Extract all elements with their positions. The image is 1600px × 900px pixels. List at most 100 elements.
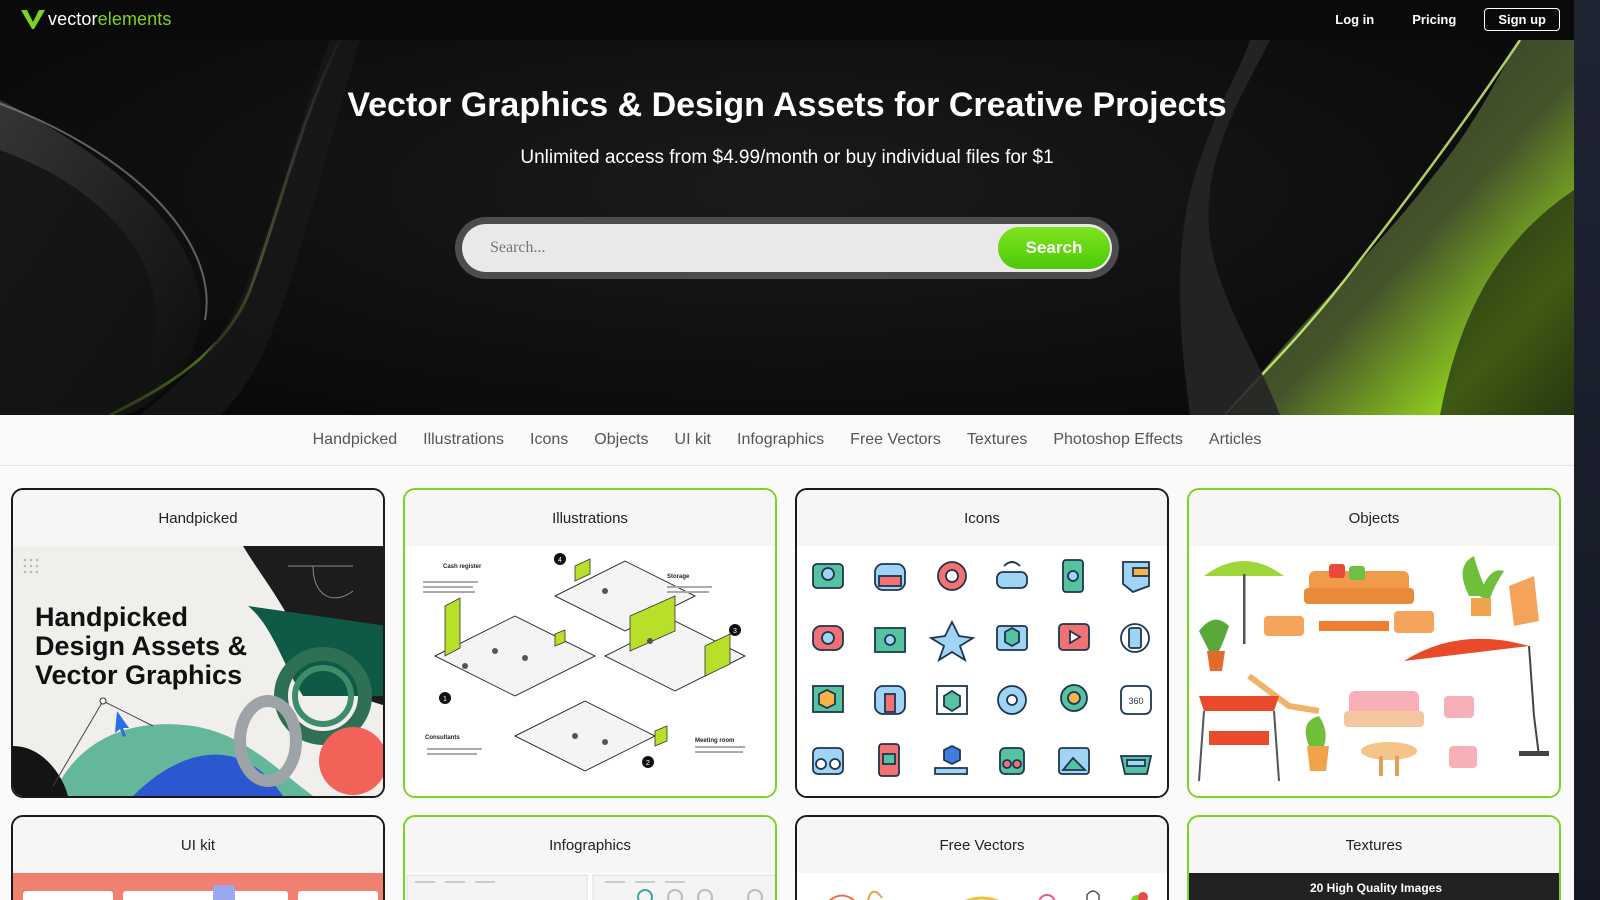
- objects-thumbnail: [1189, 546, 1559, 796]
- isometric-office-artwork: Cash register Storage Consultants Meetin…: [423, 553, 747, 772]
- pricing-link[interactable]: Pricing: [1402, 8, 1466, 31]
- category-nav-objects[interactable]: Objects: [594, 431, 648, 449]
- illustration-label-storage: Storage: [667, 574, 690, 580]
- card-title: Illustrations: [405, 490, 775, 546]
- page: vectorelements Log in Pricing Sign up Ve…: [0, 0, 1574, 900]
- free-vectors-artwork: [828, 890, 1148, 900]
- free-vectors-thumbnail: [797, 873, 1167, 900]
- handpicked-art-line-1: Handpicked: [35, 602, 188, 632]
- top-bar: vectorelements Log in Pricing Sign up: [0, 0, 1574, 40]
- svg-text:360: 360: [1128, 696, 1143, 706]
- category-nav-infographics[interactable]: Infographics: [737, 431, 824, 449]
- vr-headset-icon: [874, 563, 906, 591]
- patio-umbrella-icon: [1404, 638, 1529, 661]
- card-title: Objects: [1189, 490, 1559, 546]
- umbrella-icon: [1204, 561, 1284, 576]
- hero-title: Vector Graphics & Design Assets for Crea…: [347, 86, 1227, 124]
- wifi-device-icon: [996, 561, 1028, 589]
- hand-cube-icon: [934, 744, 968, 775]
- textures-caption: 20 High Quality Images: [1309, 881, 1443, 895]
- phone-icon: [1062, 559, 1084, 593]
- search-bar: Search: [455, 217, 1119, 279]
- category-nav: Handpicked Illustrations Icons Objects U…: [0, 415, 1574, 466]
- logo-text-prefix: vector: [48, 8, 98, 29]
- illustration-marker-2: 2: [646, 760, 650, 767]
- image-screen-icon: [1058, 747, 1090, 775]
- play-screen-icon: [1058, 623, 1090, 651]
- infographics-artwork: [406, 874, 775, 900]
- category-card-free-vectors[interactable]: Free Vectors: [795, 815, 1169, 900]
- search-button[interactable]: Search: [998, 227, 1110, 269]
- rotate-360-icon: 360: [1120, 685, 1152, 715]
- handpicked-art-line-3: Vector Graphics: [35, 660, 242, 690]
- pink-sofa-icon: [1344, 691, 1424, 727]
- category-card-textures[interactable]: Textures 20 High Quality Images: [1187, 815, 1561, 900]
- card-title: UI kit: [13, 817, 383, 873]
- ui-kit-artwork: [23, 885, 378, 900]
- handpicked-art-line-2: Design Assets &: [35, 631, 247, 661]
- category-card-icons[interactable]: Icons 360: [795, 488, 1169, 798]
- logo-text: vectorelements: [48, 9, 171, 30]
- category-card-objects[interactable]: Objects: [1187, 488, 1561, 798]
- card-title: Free Vectors: [797, 817, 1167, 873]
- category-nav-textures[interactable]: Textures: [967, 431, 1027, 449]
- camera-icon: [812, 563, 844, 589]
- vr-scan-icon: [812, 625, 844, 651]
- textures-thumbnail: 20 High Quality Images: [1189, 873, 1559, 900]
- potted-plant-icon: [1462, 556, 1504, 601]
- cube-target-icon: [936, 685, 968, 715]
- ui-kit-thumbnail: [13, 873, 383, 900]
- ar-glasses-icon: [1119, 755, 1153, 775]
- illustrations-thumbnail: Cash register Storage Consultants Meetin…: [405, 546, 775, 796]
- category-nav-photoshop-effects[interactable]: Photoshop Effects: [1053, 431, 1183, 449]
- round-table-icon: [1361, 742, 1417, 760]
- logo-text-suffix: elements: [97, 8, 172, 29]
- vr-goggles-icon: [812, 747, 844, 775]
- person-vr-icon: [874, 685, 906, 715]
- target-icon: [937, 561, 967, 591]
- swing-chair-icon: [1198, 696, 1280, 782]
- hero-subtitle: Unlimited access from $4.99/month or buy…: [520, 147, 1054, 168]
- illustration-label-consultants: Consultants: [425, 735, 460, 741]
- navigation-pad-icon: [997, 685, 1027, 715]
- category-card-handpicked[interactable]: Handpicked Handpicked Design Assets & Ve…: [11, 488, 385, 798]
- star-target-icon: [928, 619, 976, 663]
- cube-screen-icon: [996, 625, 1028, 651]
- illustration-marker-1: 1: [443, 696, 447, 703]
- card-title: Infographics: [405, 817, 775, 873]
- head-profile-icon: [1122, 561, 1150, 594]
- login-link[interactable]: Log in: [1325, 8, 1384, 31]
- card-title: Textures: [1189, 817, 1559, 873]
- hero-banner: Vector Graphics & Design Assets for Crea…: [0, 40, 1574, 415]
- armchair-icon: [1509, 576, 1539, 626]
- category-nav-free-vectors[interactable]: Free Vectors: [850, 431, 941, 449]
- handpicked-thumbnail: Handpicked Design Assets & Vector Graphi…: [13, 546, 383, 796]
- category-nav-icons[interactable]: Icons: [530, 431, 568, 449]
- icons-thumbnail: 360: [797, 546, 1167, 796]
- box-frame-icon: [812, 685, 844, 713]
- category-card-illustrations[interactable]: Illustrations Cash register Storage Cons…: [403, 488, 777, 798]
- logo[interactable]: vectorelements: [20, 7, 171, 31]
- robot-icon: [999, 747, 1025, 775]
- search-input[interactable]: [462, 224, 1002, 272]
- category-card-ui-kit[interactable]: UI kit: [11, 815, 385, 900]
- infographics-thumbnail: [405, 873, 775, 900]
- icon-grid-artwork: 360: [812, 559, 1153, 777]
- category-nav-articles[interactable]: Articles: [1209, 431, 1261, 449]
- card-title: Handpicked: [13, 490, 383, 546]
- logo-v-icon: [21, 10, 45, 29]
- illustration-marker-4: 4: [558, 557, 562, 564]
- handpicked-artwork: Handpicked Design Assets & Vector Graphi…: [13, 546, 383, 796]
- window-right-edge: [1574, 0, 1600, 900]
- illustration-label-meeting-room: Meeting room: [695, 738, 734, 744]
- category-nav-handpicked[interactable]: Handpicked: [313, 431, 398, 449]
- illustration-label-cash-register: Cash register: [443, 564, 482, 570]
- category-card-infographics[interactable]: Infographics: [403, 815, 777, 900]
- rotate-phone-icon: [1120, 623, 1150, 653]
- phone-cube-icon: [878, 743, 900, 777]
- category-nav-ui-kit[interactable]: UI kit: [675, 431, 711, 449]
- pin-location-icon: [1060, 684, 1088, 712]
- signup-button[interactable]: Sign up: [1484, 8, 1560, 31]
- search-field: Search: [462, 224, 1112, 272]
- category-nav-illustrations[interactable]: Illustrations: [423, 431, 504, 449]
